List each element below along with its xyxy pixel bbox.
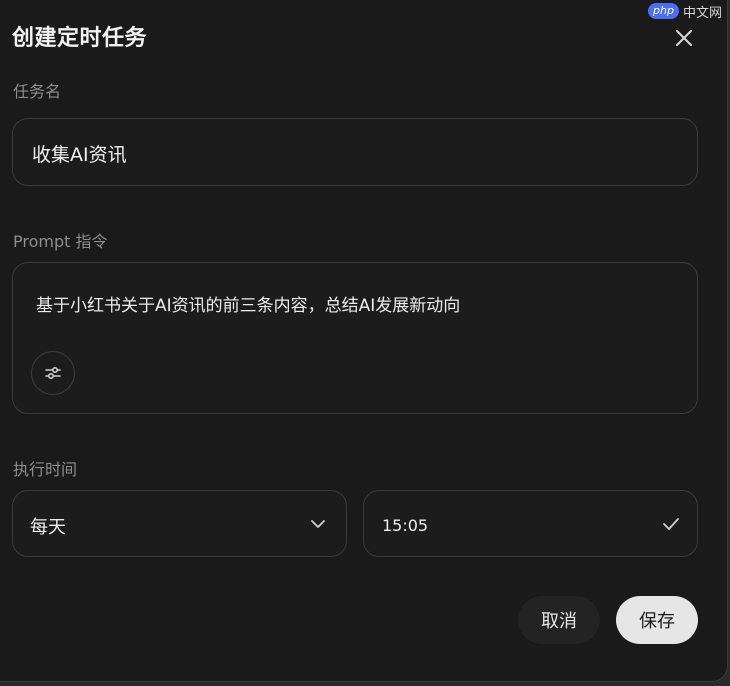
watermark-badge: php: [648, 3, 679, 19]
schedule-label: 执行时间: [13, 460, 78, 479]
time-input[interactable]: [380, 511, 624, 539]
close-icon[interactable]: [670, 24, 698, 52]
prompt-text[interactable]: 基于小红书关于AI资讯的前三条内容，总结AI发展新动向: [36, 291, 460, 316]
prompt-field[interactable]: 基于小红书关于AI资讯的前三条内容，总结AI发展新动向: [12, 262, 698, 414]
chevron-down-icon: [311, 520, 325, 528]
watermark: php 中文网: [648, 0, 722, 22]
cancel-button[interactable]: 取消: [518, 596, 600, 644]
task-name-field[interactable]: [12, 118, 698, 186]
frequency-select[interactable]: 每天: [12, 490, 347, 557]
frequency-value: 每天: [30, 517, 66, 538]
save-button[interactable]: 保存: [616, 596, 698, 644]
task-name-label: 任务名: [13, 82, 62, 101]
prompt-label: Prompt 指令: [13, 232, 108, 251]
task-name-input[interactable]: [30, 137, 634, 169]
check-icon[interactable]: [661, 515, 681, 533]
sliders-icon: [45, 367, 61, 380]
time-field[interactable]: [363, 490, 698, 557]
create-task-dialog: 创建定时任务 php 中文网 任务名 Prompt 指令 基于小红书关于AI资讯…: [0, 0, 728, 682]
dialog-title: 创建定时任务: [12, 26, 148, 51]
prompt-settings-button[interactable]: [31, 351, 75, 395]
watermark-text: 中文网: [682, 5, 722, 21]
